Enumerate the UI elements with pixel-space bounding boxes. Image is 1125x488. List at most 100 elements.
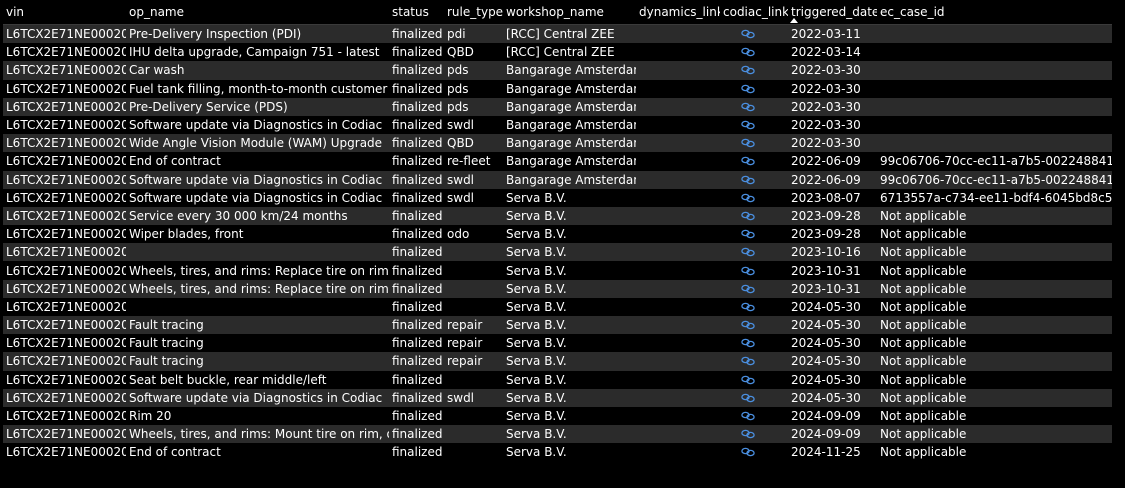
cell-vin: L6TCX2E71NE000207 (3, 334, 126, 353)
column-header-dynamics-link[interactable]: dynamics_link (636, 0, 720, 25)
column-header-status[interactable]: status (389, 0, 444, 25)
cell-triggered-date: 2023-10-16 (788, 243, 877, 262)
cell-codiac-link[interactable] (720, 261, 788, 280)
link-icon[interactable] (741, 120, 755, 130)
table-row[interactable]: L6TCX2E71NE000207 Seat belt buckle, rear … (3, 370, 1112, 389)
link-icon[interactable] (741, 211, 755, 221)
cell-rule-type: swdl (444, 115, 503, 135)
cell-codiac-link[interactable] (720, 97, 788, 116)
cell-codiac-link[interactable] (720, 79, 788, 98)
column-header-codiac-link[interactable]: codiac_link (720, 0, 788, 25)
cell-ec-case-id (877, 79, 1112, 98)
cell-codiac-link[interactable] (720, 206, 788, 226)
link-icon[interactable] (741, 229, 755, 239)
cell-codiac-link[interactable] (720, 188, 788, 207)
column-header-op-name[interactable]: op_name (126, 0, 389, 25)
link-icon[interactable] (741, 175, 755, 185)
cell-codiac-link[interactable] (720, 170, 788, 189)
link-icon[interactable] (741, 429, 755, 439)
cell-codiac-link[interactable] (720, 370, 788, 389)
cell-codiac-link[interactable] (720, 243, 788, 262)
link-icon[interactable] (741, 65, 755, 75)
cell-vin: L6TCX2E71NE000207 (3, 152, 126, 171)
cell-codiac-link[interactable] (720, 334, 788, 353)
cell-codiac-link[interactable] (720, 443, 788, 462)
link-icon[interactable] (741, 411, 755, 421)
table-row[interactable]: L6TCX2E71NE000207 Wheels, tires, and rims… (3, 261, 1112, 280)
table-row[interactable]: L6TCX2E71NE000207 Software update via Dia… (3, 388, 1112, 407)
table-row[interactable]: L6TCX2E71NE000207 Software update via Dia… (3, 115, 1112, 135)
link-icon[interactable] (741, 84, 755, 94)
column-header-triggered-date-label: triggered_date (791, 5, 877, 19)
link-icon[interactable] (741, 47, 755, 57)
link-icon[interactable] (741, 393, 755, 403)
link-icon[interactable] (741, 102, 755, 112)
cell-codiac-link[interactable] (720, 425, 788, 444)
table-row[interactable]: L6TCX2E71NE000207 Service every 30 000 km… (3, 206, 1112, 226)
link-icon[interactable] (741, 193, 755, 203)
cell-codiac-link[interactable] (720, 406, 788, 426)
table-row[interactable]: L6TCX2E71NE000207 Fault tracing finalized r… (3, 316, 1112, 335)
link-icon[interactable] (741, 138, 755, 148)
cell-codiac-link[interactable] (720, 297, 788, 316)
cell-codiac-link[interactable] (720, 388, 788, 407)
link-icon[interactable] (741, 375, 755, 385)
link-icon[interactable] (741, 284, 755, 294)
table-row[interactable]: L6TCX2E71NE000207 finalized Serva B.V. 2023… (3, 243, 1112, 262)
link-icon[interactable] (741, 247, 755, 257)
link-icon[interactable] (741, 29, 755, 39)
cell-triggered-date: 2023-10-31 (788, 279, 877, 298)
cell-workshop-name: Serva B.V. (503, 388, 636, 407)
table-row[interactable]: L6TCX2E71NE000207 Software update via Dia… (3, 188, 1112, 207)
cell-codiac-link[interactable] (720, 279, 788, 298)
table-row[interactable]: L6TCX2E71NE000207 Wide Angle Vision Modul… (3, 134, 1112, 153)
cell-codiac-link[interactable] (720, 225, 788, 244)
link-icon[interactable] (741, 320, 755, 330)
table-row[interactable]: L6TCX2E71NE000207 Wheels, tires, and rims… (3, 425, 1112, 444)
column-header-ec-case-id[interactable]: ec_case_id (877, 0, 1112, 25)
table-row[interactable]: L6TCX2E71NE000207 finalized Serva B.V. 2024… (3, 297, 1112, 316)
table-row[interactable]: L6TCX2E71NE000207 End of contract finalize… (3, 443, 1112, 462)
cell-codiac-link[interactable] (720, 152, 788, 171)
table-row[interactable]: L6TCX2E71NE000207 Car wash finalized pds Ban… (3, 61, 1112, 80)
column-header-rule-type[interactable]: rule_type (444, 0, 503, 25)
cell-ec-case-id: Not applicable (877, 370, 1112, 389)
cell-codiac-link[interactable] (720, 61, 788, 80)
cell-dynamics-link (636, 115, 720, 135)
link-icon[interactable] (741, 356, 755, 366)
table-row[interactable]: L6TCX2E71NE000207 Rim 20 finalized Serva B.… (3, 406, 1112, 426)
column-header-vin[interactable]: vin (3, 0, 126, 25)
table-row[interactable]: L6TCX2E71NE000207 Pre-Delivery Inspection… (3, 24, 1112, 44)
cell-status: finalized (389, 243, 444, 262)
column-header-triggered-date[interactable]: triggered_date (788, 0, 877, 25)
cell-workshop-name: Serva B.V. (503, 443, 636, 462)
table-row[interactable]: L6TCX2E71NE000207 Pre-Delivery Service (P… (3, 97, 1112, 116)
table-row[interactable]: L6TCX2E71NE000207 End of contract finalize… (3, 152, 1112, 171)
cell-codiac-link[interactable] (720, 115, 788, 135)
table-row[interactable]: L6TCX2E71NE000207 Fault tracing finalized r… (3, 334, 1112, 353)
column-header-workshop-name[interactable]: workshop_name (503, 0, 636, 25)
cell-workshop-name: Serva B.V. (503, 316, 636, 335)
cell-vin: L6TCX2E71NE000207 (3, 370, 126, 389)
cell-op-name: End of contract (126, 443, 389, 462)
cell-codiac-link[interactable] (720, 352, 788, 371)
cell-workshop-name: Bangarage Amsterdam (503, 115, 636, 135)
table-row[interactable]: L6TCX2E71NE000207 IHU delta upgrade, Camp… (3, 43, 1112, 62)
table-row[interactable]: L6TCX2E71NE000207 Wiper blades, front fina… (3, 225, 1112, 244)
cell-codiac-link[interactable] (720, 316, 788, 335)
cell-codiac-link[interactable] (720, 134, 788, 153)
table-row[interactable]: L6TCX2E71NE000207 Fault tracing finalized r… (3, 352, 1112, 371)
cell-vin: L6TCX2E71NE000207 (3, 388, 126, 407)
link-icon[interactable] (741, 266, 755, 276)
table-row[interactable]: L6TCX2E71NE000207 Fuel tank filling, mont… (3, 79, 1112, 98)
link-icon[interactable] (741, 156, 755, 166)
table-row[interactable]: L6TCX2E71NE000207 Software update via Dia… (3, 170, 1112, 189)
cell-codiac-link[interactable] (720, 24, 788, 44)
cell-codiac-link[interactable] (720, 43, 788, 62)
cell-status: finalized (389, 61, 444, 80)
table-row[interactable]: L6TCX2E71NE000207 Wheels, tires, and rims… (3, 279, 1112, 298)
cell-dynamics-link (636, 406, 720, 426)
link-icon[interactable] (741, 302, 755, 312)
link-icon[interactable] (741, 338, 755, 348)
link-icon[interactable] (741, 447, 755, 457)
